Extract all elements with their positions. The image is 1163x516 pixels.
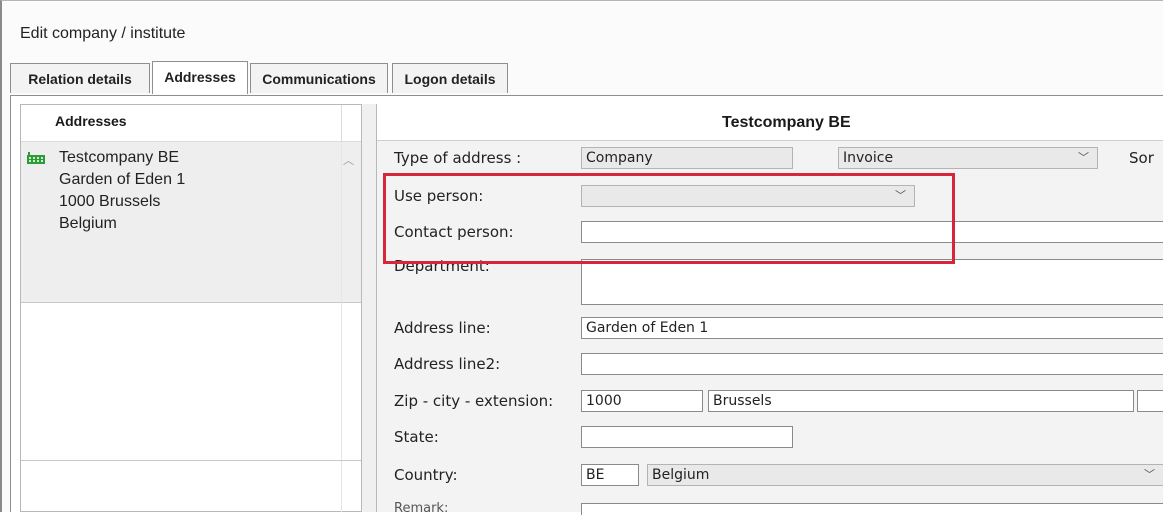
highlight-box [383,173,955,264]
invoice-select-value: Invoice [843,150,894,166]
tab-relation-details[interactable]: Relation details [10,63,150,93]
company-name: Testcompany BE [722,114,851,131]
chevron-down-icon: ﹀ [1078,151,1089,164]
chevron-down-icon: ﹀ [1144,468,1155,481]
address-type-value: Company [586,150,653,166]
window-title: Edit company / institute [20,25,186,42]
state-label: State: [394,428,439,446]
zip-city-label: Zip - city - extension: [394,392,554,410]
department-input[interactable] [581,259,1163,305]
zip-input[interactable]: 1000 [581,390,703,412]
tab-addresses[interactable]: Addresses [152,61,248,94]
address-city: 1000 Brussels [59,193,161,210]
address-line-label: Address line: [394,319,491,337]
address-type-field: Company [581,147,793,169]
splitter[interactable] [362,104,376,512]
country-label: Country: [394,466,458,484]
country-select-value: Belgium [652,467,710,483]
country-select[interactable]: Belgium ﹀ [647,464,1163,486]
addresses-header-label: Addresses [55,113,127,129]
list-scroll-track [341,142,342,512]
company-header: Testcompany BE [377,104,1163,141]
address-list-item[interactable]: Testcompany BE Garden of Eden 1 1000 Bru… [21,142,361,303]
invoice-select[interactable]: Invoice ﹀ [838,147,1098,169]
address-line-input[interactable]: Garden of Eden 1 [581,317,1163,339]
address-country: Belgium [59,215,117,232]
scroll-up-icon[interactable]: ︿ [343,152,354,168]
address-street: Garden of Eden 1 [59,171,186,188]
header-separator [341,105,342,141]
address-line2-input[interactable] [581,353,1163,375]
country-code-input[interactable]: BE [581,464,639,486]
address-line2-label: Address line2: [394,355,501,373]
remark-label: Remark: [394,501,449,516]
state-input[interactable] [581,426,793,448]
address-name: Testcompany BE [59,149,180,166]
sort-label: Sor [1129,149,1154,167]
type-of-address-label: Type of address : [394,149,522,167]
building-icon [27,152,45,164]
addresses-list-panel: Addresses Testcompany BE Garden of Eden … [20,104,362,512]
tab-logon-details[interactable]: Logon details [392,63,508,93]
extension-input[interactable] [1137,390,1163,412]
remark-input[interactable] [581,503,1163,515]
city-input[interactable]: Brussels [708,390,1134,412]
list-row-separator [21,460,361,461]
addresses-list-header: Addresses [21,105,361,142]
tab-communications[interactable]: Communications [250,63,388,93]
address-detail-panel: Testcompany BE Type of address : Company… [376,104,1163,516]
